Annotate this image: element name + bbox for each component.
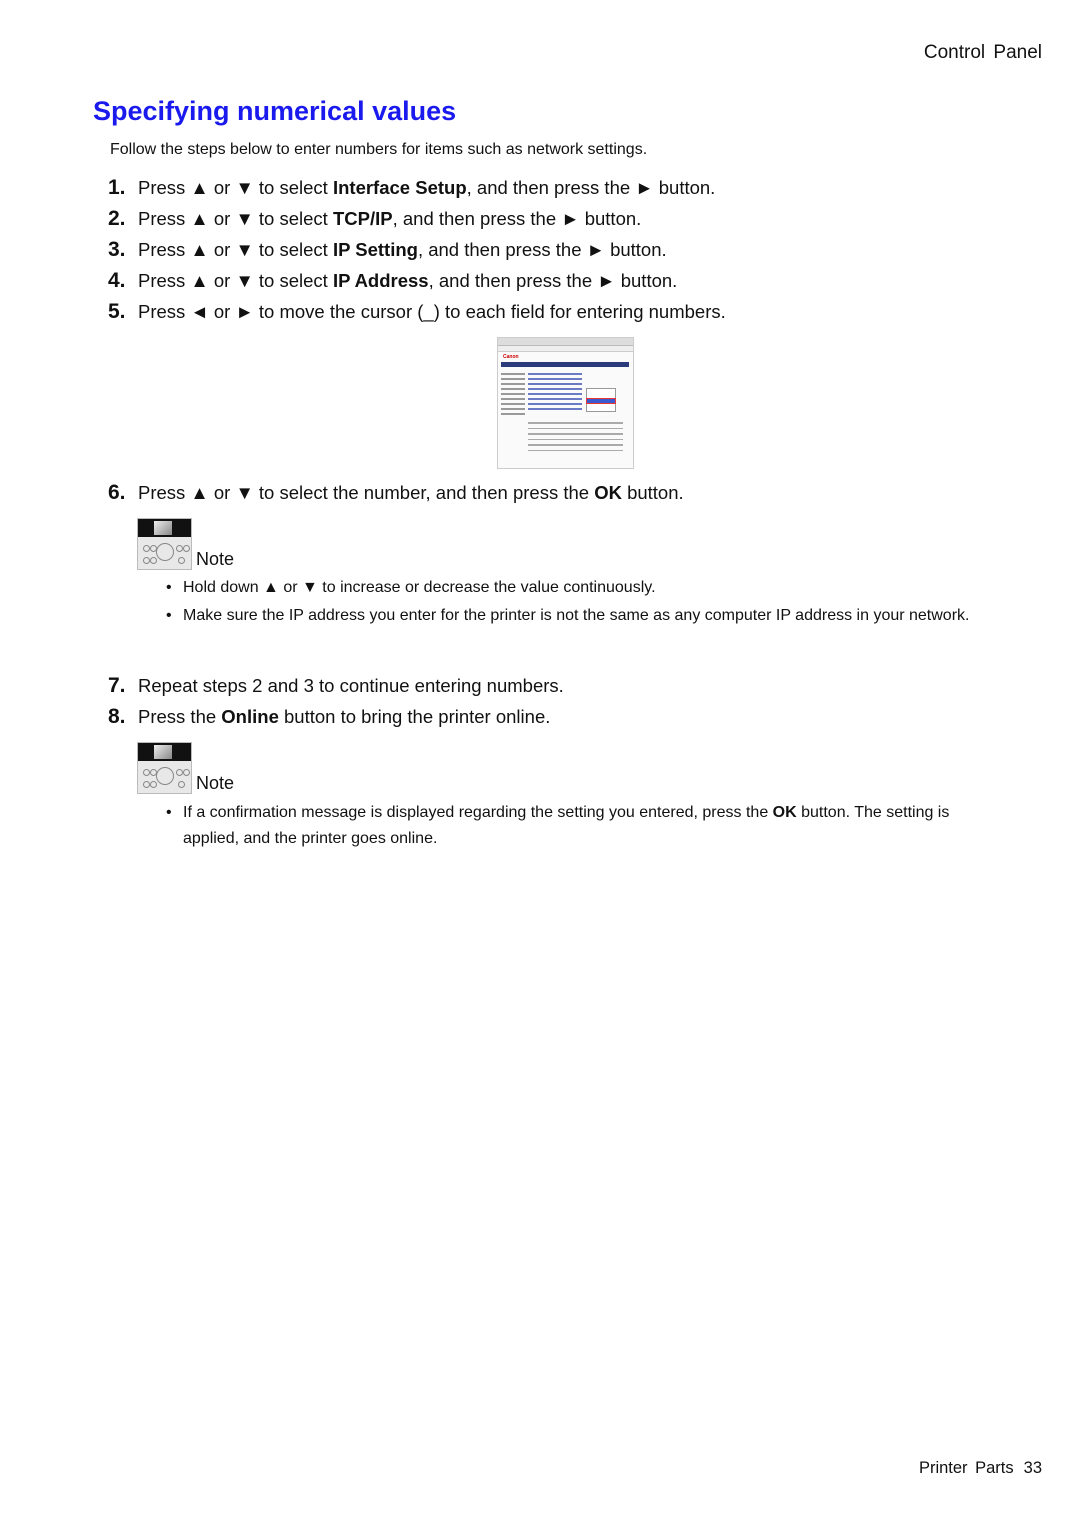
sidebar: [501, 370, 525, 418]
bullet-icon: •: [166, 804, 172, 821]
nav-bar: [501, 362, 629, 367]
canon-logo: Canon: [503, 354, 519, 360]
step-number: 5.: [108, 300, 126, 323]
step-number: 4.: [108, 269, 126, 292]
step-1: 1. Press ▲ or ▼ to select Interface Setup…: [108, 176, 716, 199]
control-panel-note-icon: [137, 518, 192, 570]
note-label: Note: [196, 773, 235, 793]
step-number: 2.: [108, 207, 126, 230]
running-header: Control Panel: [923, 42, 1042, 63]
bullet-icon: •: [166, 607, 172, 624]
step-5: 5. Press ◄ or ► to move the cursor (_) to…: [108, 300, 726, 323]
bullet-icon: •: [166, 579, 172, 596]
footer-section: Printer Parts: [918, 1459, 1014, 1477]
step-8: 8. Press the Online button to bring the p…: [108, 705, 551, 728]
content-text: [528, 418, 623, 455]
step-7: 7. Repeat steps 2 and 3 to continue enter…: [108, 674, 564, 697]
step-2: 2. Press ▲ or ▼ to select TCP/IP, and the…: [108, 207, 642, 230]
step-4: 4. Press ▲ or ▼ to select IP Address, and…: [108, 269, 678, 292]
page-title: Specifying numerical values: [93, 96, 457, 126]
dropdown-menu: [586, 388, 616, 412]
note-1: Note: [137, 518, 234, 570]
note-label: Note: [196, 549, 235, 569]
intro-text: Follow the steps below to enter numbers …: [110, 141, 648, 158]
page-number: 33: [1023, 1459, 1042, 1477]
control-panel-note-icon: [137, 742, 192, 794]
selected-menu-item: [586, 398, 616, 404]
address-bar: [498, 346, 633, 352]
step-number: 8.: [108, 705, 126, 728]
note-1-bullet-1: • Hold down ▲ or ▼ to increase or decreas…: [166, 575, 986, 601]
page-footer: Printer Parts 33: [919, 1459, 1042, 1478]
step-6: 6. Press ▲ or ▼ to select the number, and…: [108, 481, 684, 504]
note-1-bullet-2: • Make sure the IP address you enter for …: [166, 603, 986, 629]
step-number: 1.: [108, 176, 126, 199]
note-2: Note: [137, 742, 234, 794]
step-3: 3. Press ▲ or ▼ to select IP Setting, and…: [108, 238, 667, 261]
step-number: 3.: [108, 238, 126, 261]
step-number: 6.: [108, 481, 126, 504]
step-number: 7.: [108, 674, 126, 697]
browser-screenshot-image: Canon: [497, 337, 634, 469]
note-2-bullet-1: • If a confirmation message is displayed …: [166, 800, 986, 852]
window-titlebar: [498, 338, 633, 346]
